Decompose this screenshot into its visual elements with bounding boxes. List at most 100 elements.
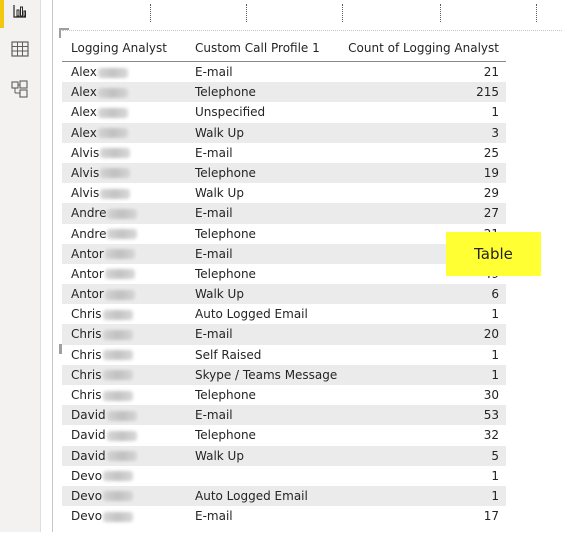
model-view-icon[interactable]: [9, 78, 31, 100]
cell-logging-analyst: Devo: [71, 466, 189, 486]
cell-logging-analyst: Andre: [71, 203, 189, 223]
analyst-name: David: [71, 408, 106, 423]
analyst-name: Andre: [71, 206, 107, 221]
table-row[interactable]: Alvis Telephone 19: [62, 162, 506, 184]
report-view-icon[interactable]: [9, 0, 31, 22]
cell-count: 30: [483, 388, 499, 402]
table-header: Logging Analyst Custom Call Profile 1 Co…: [62, 37, 506, 62]
analyst-name: Andre: [71, 226, 107, 241]
analyst-name: Devo: [71, 488, 103, 503]
cell-count: 3: [491, 125, 499, 140]
redacted-surname: [106, 410, 137, 421]
analyst-name: Antor: [71, 246, 104, 261]
table-row[interactable]: Chris E-mail 20: [62, 324, 506, 345]
table-row[interactable]: AntorE-mail12: [62, 243, 506, 264]
cell-custom-call-profile: E-mail: [195, 509, 233, 524]
table-row[interactable]: Alex Telephone 215: [62, 82, 506, 103]
cell-custom-call-profile: Walk Up: [195, 186, 244, 201]
table-row[interactable]: Alex E-mail 21: [62, 62, 506, 82]
redacted-surname: [100, 148, 131, 159]
table-row[interactable]: Chris Auto Logged Email 1: [62, 304, 506, 324]
cell-count: 21: [483, 65, 499, 79]
cell-custom-call-profile: Walk Up: [195, 448, 244, 463]
alignment-marker: [150, 4, 153, 22]
tooltip-label: Table: [474, 245, 513, 263]
table-row[interactable]: Chris Skype / Teams Message 1: [62, 364, 506, 385]
table-row[interactable]: Chris Telephone 30: [62, 385, 506, 405]
table-row[interactable]: AndreTelephone21: [62, 224, 506, 244]
visual-type-tooltip: Table: [446, 232, 541, 276]
column-header-count[interactable]: Count of Logging Analyst: [348, 41, 499, 55]
cell-logging-analyst: David: [71, 425, 189, 445]
table-row[interactable]: Andre E-mail 27: [62, 203, 506, 224]
cell-logging-analyst: Alex: [71, 82, 189, 102]
redacted-surname: [102, 309, 133, 320]
table-row[interactable]: Devo 1: [62, 466, 506, 486]
cell-custom-call-profile: E-mail: [195, 246, 233, 261]
redacted-surname: [103, 511, 134, 522]
cell-custom-call-profile: Telephone: [195, 85, 256, 100]
analyst-name: Alvis: [71, 165, 100, 180]
cell-custom-call-profile: E-mail: [195, 408, 233, 423]
analyst-name: Antor: [71, 287, 104, 302]
table-visual[interactable]: Logging Analyst Custom Call Profile 1 Co…: [59, 28, 562, 533]
cell-logging-analyst: Antor: [71, 284, 189, 304]
cell-logging-analyst: Alex: [71, 123, 189, 143]
cell-count: 1: [491, 347, 499, 362]
analyst-name: Devo: [71, 509, 103, 524]
cell-logging-analyst: David: [71, 446, 189, 466]
cell-logging-analyst: Antor: [71, 244, 189, 264]
cell-custom-call-profile: Telephone: [195, 266, 256, 281]
table-row[interactable]: Devo E-mail 17: [62, 506, 506, 526]
table-row[interactable]: David Telephone 32: [62, 425, 506, 445]
cell-count: 215: [476, 85, 499, 100]
cell-custom-call-profile: E-mail: [195, 65, 233, 79]
table-row[interactable]: AntorTelephone49: [62, 264, 506, 284]
alignment-marker: [536, 4, 539, 22]
data-view-icon[interactable]: [9, 38, 31, 60]
table-row[interactable]: Alvis E-mail 25: [62, 143, 506, 163]
cell-custom-call-profile: Unspecified: [195, 105, 266, 120]
cell-count: 27: [483, 206, 499, 221]
analyst-name: Chris: [71, 347, 102, 362]
cell-custom-call-profile: Telephone: [195, 428, 256, 443]
cell-count: 29: [483, 186, 499, 201]
cell-logging-analyst: Antor: [71, 264, 189, 284]
table-row[interactable]: Alex Walk Up 3: [62, 122, 506, 143]
table-row[interactable]: David Walk Up 5: [62, 445, 506, 466]
left-rail: [0, 0, 41, 532]
table-body: Alex E-mail 21 Alex Telephone 215 Alex Unspecif…: [62, 62, 506, 526]
cell-logging-analyst: Chris: [71, 304, 189, 324]
analyst-name: Alex: [71, 105, 97, 120]
table-row[interactable]: Devo Auto Logged Email 1: [62, 485, 506, 507]
table-row[interactable]: Alvis Walk Up 29: [62, 183, 506, 203]
analyst-name: Alvis: [71, 145, 100, 160]
redacted-surname: [102, 350, 133, 361]
table-row[interactable]: Chris Self Raised 1: [62, 345, 506, 365]
redacted-surname: [100, 188, 131, 199]
cell-logging-analyst: Chris: [71, 345, 189, 365]
redacted-surname: [97, 128, 128, 139]
cell-count: 20: [483, 327, 499, 342]
table-row[interactable]: David E-mail 53: [62, 405, 506, 426]
cell-count: 19: [483, 165, 499, 180]
column-header-custom-call-profile[interactable]: Custom Call Profile 1: [195, 41, 320, 55]
column-header-logging-analyst[interactable]: Logging Analyst: [71, 41, 167, 55]
table-row[interactable]: Alex Unspecified 1: [62, 102, 506, 122]
redacted-surname: [97, 87, 128, 98]
redacted-surname: [103, 471, 134, 482]
table-row[interactable]: Antor Walk Up 6: [62, 284, 506, 305]
analyst-name: Alex: [71, 65, 97, 79]
analyst-name: David: [71, 428, 106, 443]
analyst-name: Chris: [71, 367, 102, 382]
analyst-name: Chris: [71, 307, 102, 322]
cell-logging-analyst: Alvis: [71, 143, 189, 163]
redacted-surname: [106, 430, 137, 441]
cell-count: 1: [491, 105, 499, 120]
cell-logging-analyst: Andre: [71, 224, 189, 244]
alignment-marker: [440, 4, 443, 22]
cell-logging-analyst: Chris: [71, 324, 189, 344]
cell-count: 1: [491, 488, 499, 503]
canvas-border: [52, 0, 53, 532]
alignment-marker: [246, 4, 249, 22]
